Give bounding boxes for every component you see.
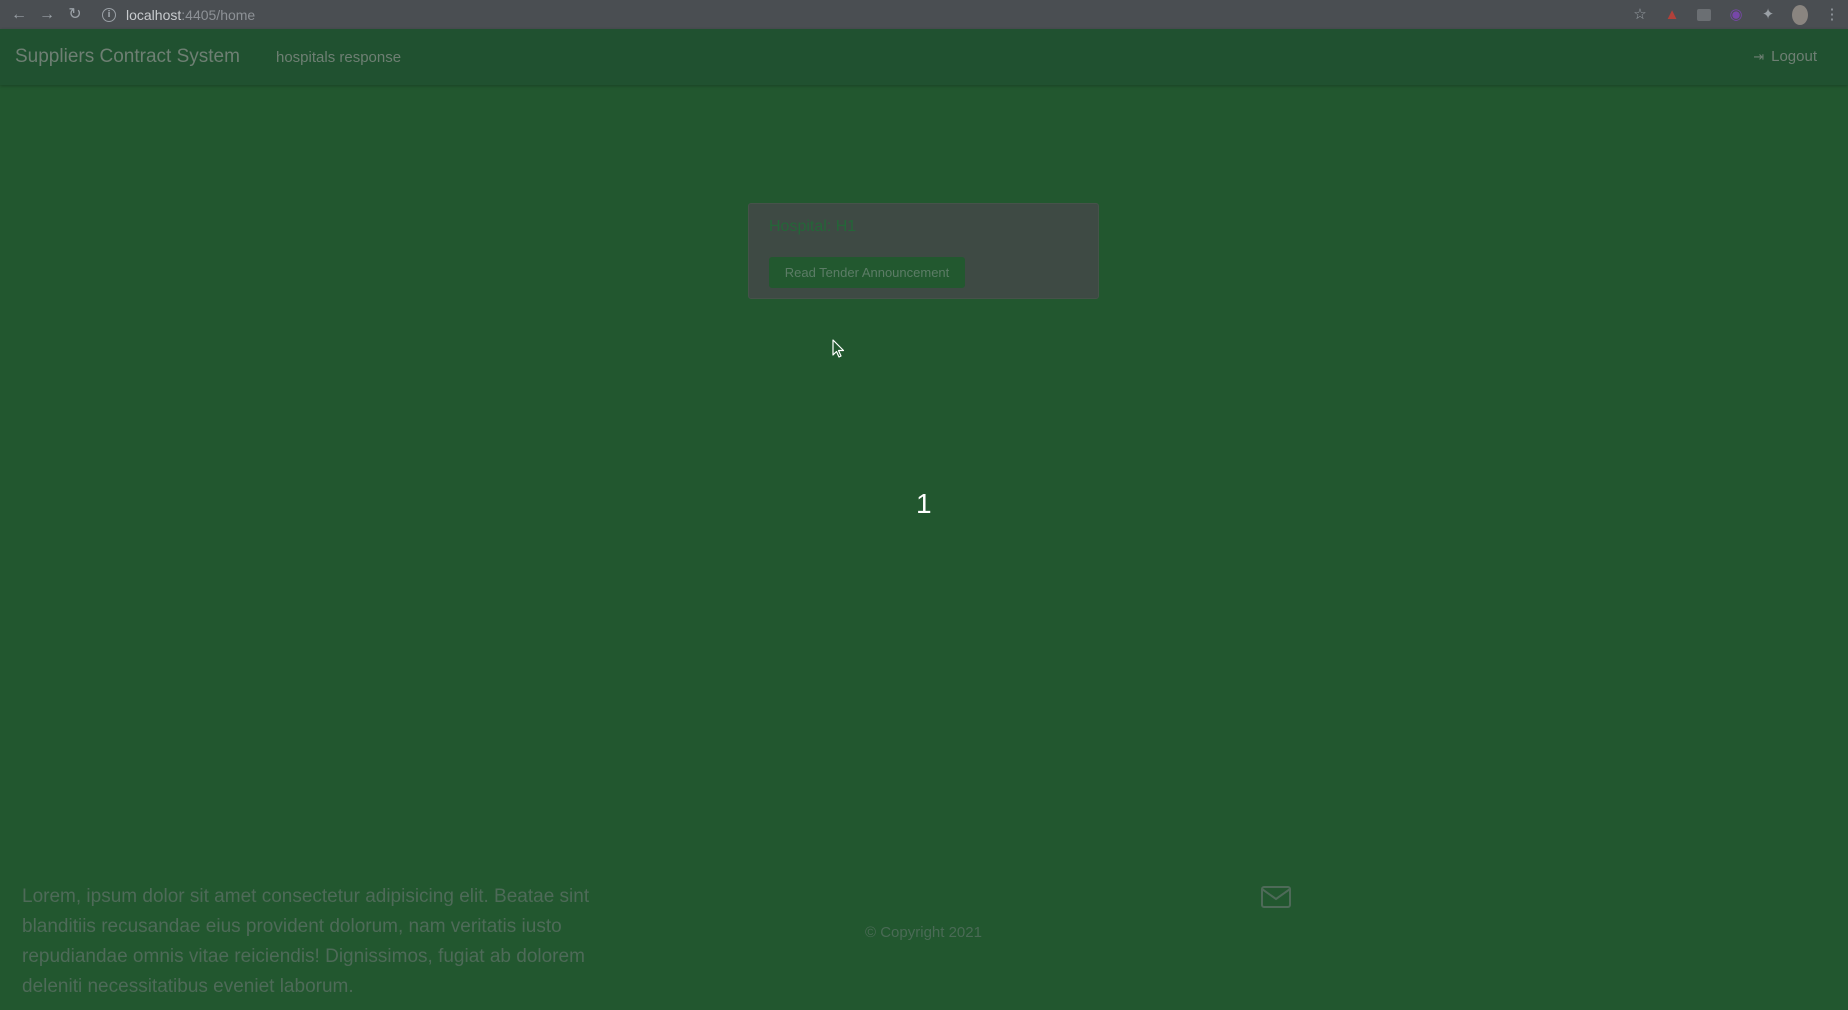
address-bar[interactable]: i localhost:4405/home xyxy=(102,4,255,26)
url-host: localhost xyxy=(126,6,182,23)
page-number[interactable]: 1 xyxy=(916,488,932,520)
mouse-cursor-icon xyxy=(832,339,845,358)
logout-link[interactable]: ⇥ Logout xyxy=(1753,48,1817,65)
brand-link[interactable]: Suppliers Contract System xyxy=(15,46,240,68)
browser-toolbar: ← → ↻ i localhost:4405/home ☆ ▲ ◉ ✦ ⋮ xyxy=(0,0,1848,29)
profile-avatar[interactable] xyxy=(1792,4,1808,25)
extension-purple-icon[interactable]: ◉ xyxy=(1728,7,1744,23)
sign-out-icon: ⇥ xyxy=(1753,48,1765,64)
reload-icon[interactable]: ↻ xyxy=(66,6,84,24)
logout-label: Logout xyxy=(1771,48,1817,65)
browser-actions: ☆ ▲ ◉ ✦ ⋮ xyxy=(1616,0,1840,29)
url-text[interactable]: localhost:4405/home xyxy=(126,7,255,23)
browser-menu-icon[interactable]: ⋮ xyxy=(1824,7,1840,23)
nav-link-hospitals-response[interactable]: hospitals response xyxy=(276,49,401,66)
mail-icon[interactable] xyxy=(1261,886,1291,908)
bookmark-star-icon[interactable]: ☆ xyxy=(1632,7,1648,23)
site-info-icon[interactable]: i xyxy=(102,7,116,22)
copyright-text: © Copyright 2021 xyxy=(865,924,982,941)
extension-gray-icon[interactable] xyxy=(1696,7,1712,23)
back-icon[interactable]: ← xyxy=(10,6,28,24)
url-path: :4405/home xyxy=(181,6,256,23)
footer-description: Lorem, ipsum dolor sit amet consectetur … xyxy=(22,886,590,997)
forward-icon[interactable]: → xyxy=(38,6,56,24)
app-navbar: Suppliers Contract System hospitals resp… xyxy=(0,29,1848,85)
hospital-title: Hospital: H1 xyxy=(769,218,857,235)
extension-red-icon[interactable]: ▲ xyxy=(1664,7,1680,23)
hospital-card: Hospital: H1 Read Tender Announcement xyxy=(748,203,1099,299)
extensions-puzzle-icon[interactable]: ✦ xyxy=(1760,7,1776,23)
read-tender-announcement-button[interactable]: Read Tender Announcement xyxy=(769,257,965,288)
